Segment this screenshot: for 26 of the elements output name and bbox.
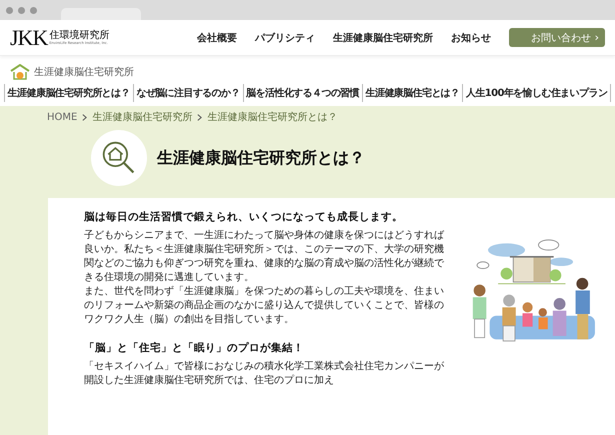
nav-link[interactable]: 会社概要 — [197, 30, 237, 44]
breadcrumb-link[interactable]: HOME — [47, 112, 78, 122]
chevron-icon — [197, 114, 202, 120]
section-heading: 「脳」と「住宅」と「眠り」のプロが集結！ — [84, 341, 305, 355]
section-heading: 脳は毎日の生活習慣で鍛えられ、いくつになっても成長します。 — [84, 210, 404, 224]
nav-link[interactable]: お知らせ — [451, 30, 491, 44]
logo-mark[interactable]: JKK — [10, 26, 48, 48]
chevron-icon — [82, 114, 88, 120]
sub-nav-link[interactable]: 人生100年を愉しむ住まいプラン — [462, 84, 611, 102]
body-paragraph: 「セキスイハイム」で皆様におなじみの積水化学工業株式会社住宅カンパニーが開設した生涯健康脳住宅研究所では、住宅のプロに加え — [84, 360, 445, 388]
logo-name[interactable]: 住環境研究所 — [49, 30, 110, 41]
nav-link[interactable]: パブリシティ — [255, 30, 315, 44]
page-title: 生涯健康脳住宅研究所とは？ — [157, 148, 365, 168]
body-paragraph: また、世代を問わず「生涯健康脳」を保つための暮らしの工夫や環境を、住まいのリフォームや新築の商品企画のなかに盛り込んで提供していくことで、皆様のワクワク人生（脳）の創出を目指しています。 — [84, 285, 445, 327]
sub-nav-link[interactable]: 生涯健康脳住宅研究所とは？ — [4, 84, 133, 102]
house-logo-icon — [10, 64, 30, 80]
sub-brand-name[interactable]: 生涯健康脳住宅研究所 — [34, 65, 134, 79]
body-paragraph: 子どもからシニアまで、一生涯にわたって脳や身体の健康を保つにはどうすれば良いか。私たち＜生涯健康脳住宅研究所＞では、このテーマの下、大学の研究機関などのご協力も仰ぎつつ研究を重ね、健康的な脳の育成や脳の活性化が継続できる住環境の開発に邁進しています。 — [84, 229, 446, 285]
sub-nav-link[interactable]: なぜ脳に注目するのか？ — [132, 84, 243, 102]
contact-button[interactable]: お問い合わせ › — [509, 28, 605, 47]
house-search-icon — [101, 140, 137, 176]
sub-nav-link[interactable]: 脳を活性化する４つの習慣 — [242, 84, 362, 102]
nav-link[interactable]: 生涯健康脳住宅研究所 — [333, 30, 433, 44]
breadcrumb-link[interactable]: 生涯健康脳住宅研究所とは？ — [207, 110, 338, 124]
sub-nav-link[interactable]: 生涯健康脳住宅とは？ — [362, 84, 462, 102]
breadcrumb-link[interactable]: 生涯健康脳住宅研究所 — [92, 110, 192, 124]
